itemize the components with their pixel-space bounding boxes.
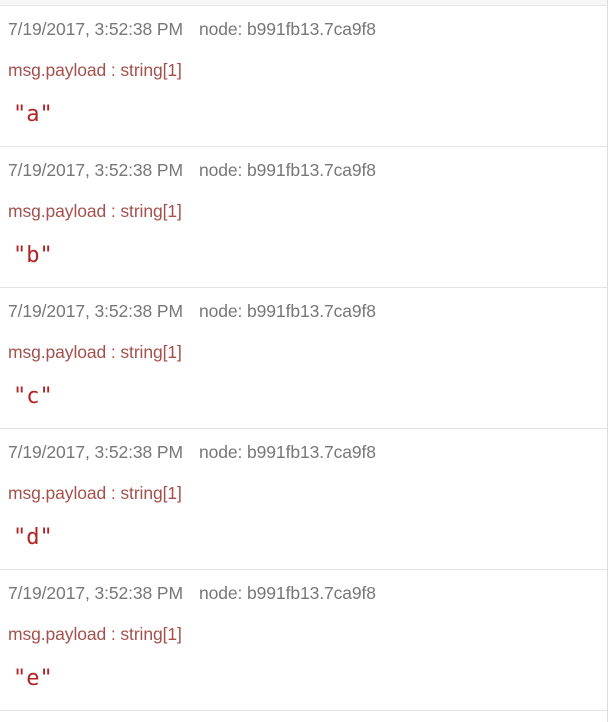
message-meta: 7/19/2017, 3:52:38 PM node: b991fb13.7ca9… xyxy=(8,19,376,40)
message-meta: 7/19/2017, 3:52:38 PM node: b991fb13.7ca9… xyxy=(8,442,376,463)
message-timestamp: 7/19/2017, 3:52:38 PM xyxy=(8,19,183,39)
message-node-link[interactable]: node: b991fb13.7ca9f8 xyxy=(199,19,376,39)
message-node-link[interactable]: node: b991fb13.7ca9f8 xyxy=(199,301,376,321)
message-payload[interactable]: "d" xyxy=(13,525,53,550)
message-payload[interactable]: "c" xyxy=(13,384,53,409)
debug-message-list[interactable]: 7/19/2017, 3:52:38 PM node: b991fb13.7ca9… xyxy=(0,0,608,722)
message-payload[interactable]: "b" xyxy=(13,243,53,268)
message-payload[interactable]: "a" xyxy=(13,102,53,127)
message-timestamp: 7/19/2017, 3:52:38 PM xyxy=(8,583,183,603)
message-timestamp: 7/19/2017, 3:52:38 PM xyxy=(8,301,183,321)
debug-message: 7/19/2017, 3:52:38 PM node: b991fb13.7ca9… xyxy=(0,570,607,711)
message-timestamp: 7/19/2017, 3:52:38 PM xyxy=(8,442,183,462)
message-meta: 7/19/2017, 3:52:38 PM node: b991fb13.7ca9… xyxy=(8,160,376,181)
message-node-link[interactable]: node: b991fb13.7ca9f8 xyxy=(199,583,376,603)
message-node-link[interactable]: node: b991fb13.7ca9f8 xyxy=(199,160,376,180)
debug-message: 7/19/2017, 3:52:38 PM node: b991fb13.7ca9… xyxy=(0,147,607,288)
message-timestamp: 7/19/2017, 3:52:38 PM xyxy=(8,160,183,180)
message-node-link[interactable]: node: b991fb13.7ca9f8 xyxy=(199,442,376,462)
message-meta: 7/19/2017, 3:52:38 PM node: b991fb13.7ca9… xyxy=(8,301,376,322)
message-payload[interactable]: "e" xyxy=(13,666,53,691)
debug-message: 7/19/2017, 3:52:38 PM node: b991fb13.7ca9… xyxy=(0,288,607,429)
message-topic: msg.payload : string[1] xyxy=(8,201,182,221)
message-topic: msg.payload : string[1] xyxy=(8,342,182,362)
message-topic: msg.payload : string[1] xyxy=(8,60,182,80)
list-bottom-space xyxy=(0,711,607,722)
message-meta: 7/19/2017, 3:52:38 PM node: b991fb13.7ca9… xyxy=(8,583,376,604)
debug-message: 7/19/2017, 3:52:38 PM node: b991fb13.7ca9… xyxy=(0,6,607,147)
message-topic: msg.payload : string[1] xyxy=(8,624,182,644)
debug-message: 7/19/2017, 3:52:38 PM node: b991fb13.7ca9… xyxy=(0,429,607,570)
message-topic: msg.payload : string[1] xyxy=(8,483,182,503)
